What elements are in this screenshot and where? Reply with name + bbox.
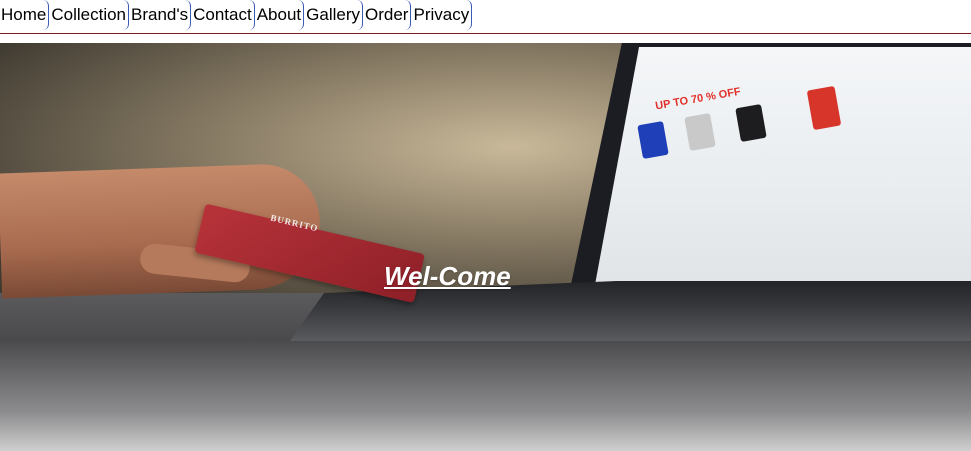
product-thumbnail	[637, 121, 669, 159]
hero-banner: UP TO 70 % OFF BURRITO Wel-Come	[0, 43, 971, 451]
nav-link-privacy[interactable]: Privacy	[411, 0, 473, 30]
nav-link-brands[interactable]: Brand's	[129, 0, 192, 30]
nav-link-about[interactable]: About	[255, 0, 305, 30]
nav-divider	[0, 33, 971, 34]
nav-link-contact[interactable]: Contact	[191, 0, 255, 30]
product-thumbnail	[735, 104, 767, 142]
welcome-heading: Wel-Come	[384, 261, 511, 291]
nav-link-order[interactable]: Order	[363, 0, 412, 30]
top-nav: Home Collection Brand's Contact About Ga…	[0, 0, 971, 33]
product-thumbnail	[684, 113, 716, 151]
nav-link-collection[interactable]: Collection	[49, 0, 130, 30]
nav-link-gallery[interactable]: Gallery	[304, 0, 364, 30]
laptop-display	[592, 47, 971, 297]
nav-link-home[interactable]: Home	[0, 0, 50, 30]
